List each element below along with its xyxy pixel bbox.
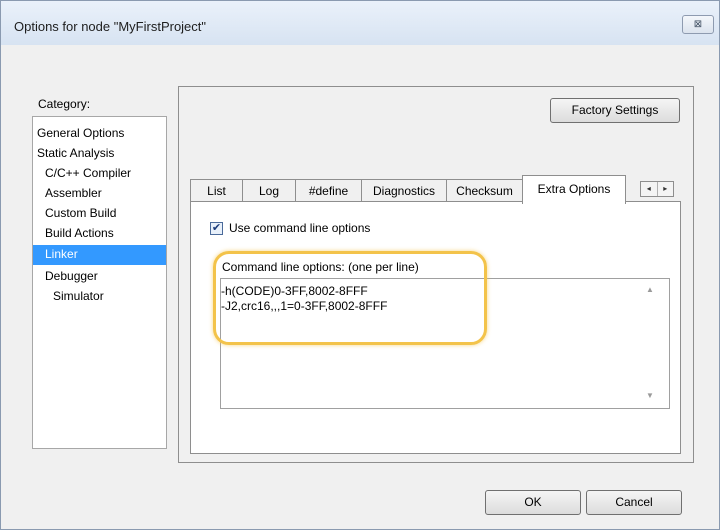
- options-dialog: Options for node "MyFirstProject" ⊠ Cate…: [0, 0, 720, 530]
- tab-scroll-right-icon[interactable]: ▸: [656, 182, 674, 196]
- cancel-button[interactable]: Cancel: [586, 490, 682, 515]
- category-label: Category:: [38, 97, 91, 111]
- tab-checksum[interactable]: Checksum: [446, 179, 523, 202]
- title-bar: Options for node "MyFirstProject" ⊠: [1, 1, 719, 45]
- tab-define[interactable]: #define: [295, 179, 362, 202]
- close-icon: ⊠: [693, 19, 703, 30]
- category-list[interactable]: General Options Static Analysis C/C++ Co…: [32, 116, 167, 449]
- category-item-build-actions[interactable]: Build Actions: [33, 224, 166, 244]
- window-title: Options for node "MyFirstProject": [14, 19, 207, 34]
- category-item-debugger[interactable]: Debugger: [33, 267, 166, 287]
- scroll-up-icon[interactable]: ▲: [646, 285, 654, 294]
- tab-extra-options[interactable]: Extra Options: [522, 175, 626, 204]
- command-line-1: -h(CODE)0-3FF,8002-8FFF: [221, 284, 368, 298]
- category-item-static-analysis[interactable]: Static Analysis: [33, 144, 166, 164]
- tab-log[interactable]: Log: [242, 179, 296, 202]
- use-command-line-label[interactable]: Use command line options: [229, 221, 370, 235]
- factory-settings-button[interactable]: Factory Settings: [550, 98, 680, 123]
- tab-scroll-buttons: ◂ ▸: [640, 181, 674, 197]
- ok-button[interactable]: OK: [485, 490, 581, 515]
- command-line-2: -J2,crc16,,,1=0-3FF,8002-8FFF: [221, 299, 388, 313]
- category-item-simulator[interactable]: Simulator: [33, 287, 166, 307]
- tab-list[interactable]: List: [190, 179, 243, 202]
- tab-scroll-left-icon[interactable]: ◂: [641, 182, 657, 196]
- scroll-down-icon[interactable]: ▼: [646, 391, 654, 400]
- category-item-linker[interactable]: Linker: [33, 245, 166, 265]
- checkmark-icon: ✔: [211, 222, 222, 234]
- category-item-c-cpp-compiler[interactable]: C/C++ Compiler: [33, 164, 166, 184]
- tab-diagnostics[interactable]: Diagnostics: [361, 179, 447, 202]
- category-item-general-options[interactable]: General Options: [33, 124, 166, 144]
- use-command-line-checkbox[interactable]: ✔: [210, 222, 223, 235]
- close-button[interactable]: ⊠: [682, 15, 714, 34]
- category-item-custom-build[interactable]: Custom Build: [33, 204, 166, 224]
- command-line-options-label: Command line options: (one per line): [222, 260, 419, 274]
- category-item-assembler[interactable]: Assembler: [33, 184, 166, 204]
